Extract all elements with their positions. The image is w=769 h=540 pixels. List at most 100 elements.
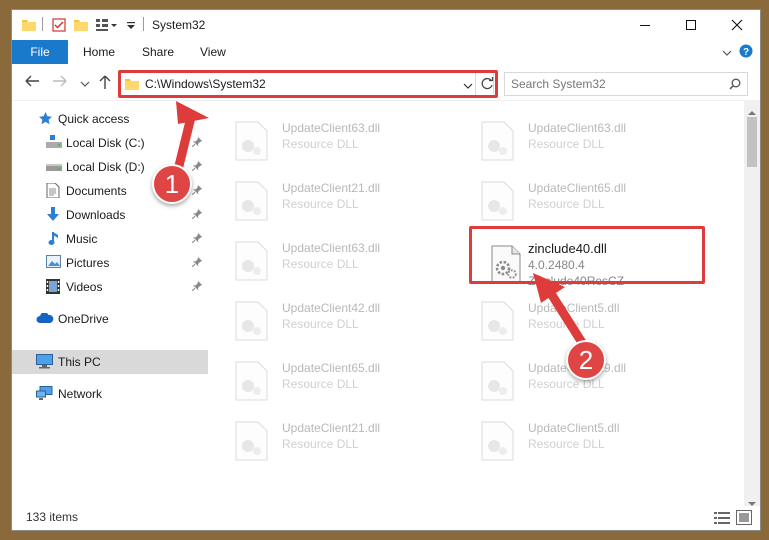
sidebar-item-network[interactable]: Network xyxy=(12,382,208,406)
list-item[interactable]: UpdateClient63.dll Resource DLL xyxy=(208,235,448,291)
close-button[interactable] xyxy=(714,10,760,40)
chevron-down-icon[interactable] xyxy=(126,20,136,34)
star-icon xyxy=(38,111,53,129)
sidebar-item-local-disk-c[interactable]: Local Disk (C:) xyxy=(12,131,208,155)
file-name: UpdateClient21.dll xyxy=(282,421,381,435)
sidebar-item-label: Videos xyxy=(66,280,103,294)
recent-locations-button[interactable] xyxy=(80,78,90,92)
svg-text:?: ? xyxy=(743,47,749,58)
file-name: UpdateClient21.dll xyxy=(282,181,381,195)
tab-view[interactable]: View xyxy=(200,45,226,59)
pin-icon[interactable] xyxy=(191,232,202,246)
list-item[interactable]: UpdateClient65.dll Resource DLL xyxy=(208,355,448,411)
sidebar-item-onedrive[interactable]: OneDrive xyxy=(12,307,208,331)
title-bar: System32 xyxy=(12,10,760,40)
large-icons-view-icon[interactable] xyxy=(736,510,752,528)
customize-icon[interactable] xyxy=(96,18,118,35)
file-description: Resource DLL xyxy=(282,257,359,271)
search-input[interactable] xyxy=(511,76,721,92)
file-name: UpdateClient5.dll xyxy=(528,421,620,435)
search-icon[interactable] xyxy=(729,78,741,93)
sidebar-item-label: OneDrive xyxy=(58,312,109,326)
minimize-button[interactable] xyxy=(622,10,668,40)
file-list: UpdateClient63.dll Resource DLL UpdateCl… xyxy=(208,101,744,506)
vertical-scrollbar[interactable] xyxy=(744,101,760,506)
ribbon: File Home Share View ? xyxy=(12,40,760,64)
file-description: Resource DLL xyxy=(528,377,605,391)
sidebar-item-videos[interactable]: Videos xyxy=(12,275,208,299)
tab-home[interactable]: Home xyxy=(83,45,115,59)
file-description: Resource DLL xyxy=(282,197,359,211)
back-button[interactable] xyxy=(24,74,40,91)
folder-icon[interactable] xyxy=(22,18,36,34)
sidebar-item-label: Network xyxy=(58,387,103,401)
list-item[interactable]: UpdateClient42.dll Resource DLL xyxy=(208,295,448,351)
sidebar-item-label: This PC xyxy=(58,355,101,369)
divider xyxy=(143,17,144,31)
network-icon xyxy=(36,386,53,404)
sidebar-item-quick-access[interactable]: Quick access xyxy=(12,107,208,131)
properties-icon[interactable] xyxy=(52,18,66,35)
file-description: Resource DLL xyxy=(282,437,359,451)
dll-file-icon xyxy=(480,181,514,224)
pin-icon[interactable] xyxy=(191,256,202,270)
forward-button[interactable] xyxy=(52,74,68,91)
sidebar-item-pictures[interactable]: Pictures xyxy=(12,251,208,275)
list-item[interactable]: UpdateClient63.dll Resource DLL xyxy=(208,115,448,171)
file-name: UpdateClient63.dll xyxy=(528,121,627,135)
divider xyxy=(42,17,43,31)
callout-badge-2: 2 xyxy=(566,340,606,380)
chevron-down-icon[interactable] xyxy=(722,47,732,61)
navigation-bar: C:\Windows\System32 xyxy=(12,64,760,101)
file-name: UpdateClient65.dll xyxy=(528,181,627,195)
download-arrow-icon xyxy=(46,207,60,225)
tab-file[interactable]: File xyxy=(12,40,68,64)
dll-file-icon xyxy=(234,241,268,284)
list-item[interactable]: UpdateClient21.dll Resource DLL xyxy=(208,175,448,231)
pin-icon[interactable] xyxy=(191,280,202,294)
up-button[interactable] xyxy=(98,74,112,93)
list-item[interactable]: UpdateClient21.dll Resource DLL xyxy=(208,415,448,471)
help-icon[interactable]: ? xyxy=(739,44,753,61)
dll-file-icon xyxy=(234,121,268,164)
file-description: Resource DLL xyxy=(528,197,605,211)
file-name: UpdateClient65.dll xyxy=(282,361,381,375)
pin-icon[interactable] xyxy=(191,208,202,222)
computer-icon xyxy=(36,354,53,372)
scroll-thumb[interactable] xyxy=(747,117,757,167)
highlight-box-file xyxy=(469,226,705,284)
pin-icon[interactable] xyxy=(191,184,202,198)
sidebar-item-this-pc[interactable]: This PC xyxy=(12,350,208,374)
callout-badge-1: 1 xyxy=(152,164,192,204)
new-folder-icon[interactable] xyxy=(74,18,88,34)
music-note-icon xyxy=(48,231,60,249)
file-name: UpdateClient63.dll xyxy=(282,121,381,135)
list-item[interactable]: UpdateClient65.dll Resource DLL xyxy=(454,175,694,231)
pin-icon[interactable] xyxy=(191,160,202,174)
sidebar-item-downloads[interactable]: Downloads xyxy=(12,203,208,227)
dll-file-icon xyxy=(480,421,514,464)
file-description: Resource DLL xyxy=(282,137,359,151)
window-title: System32 xyxy=(152,18,206,32)
file-description: Resource DLL xyxy=(282,377,359,391)
file-description: Resource DLL xyxy=(528,137,605,151)
sidebar-item-label: Local Disk (C:) xyxy=(66,136,145,150)
navigation-pane: Quick access Local Disk (C:) Local Disk … xyxy=(12,101,208,506)
sidebar-item-music[interactable]: Music xyxy=(12,227,208,251)
sidebar-item-label: Pictures xyxy=(66,256,110,270)
list-item[interactable]: UpdateClient5.dll Resource DLL xyxy=(454,415,694,471)
highlight-box-address xyxy=(118,70,498,98)
search-box[interactable] xyxy=(504,72,748,96)
list-item[interactable]: UpdateClient63.dll Resource DLL xyxy=(454,115,694,171)
sidebar-item-label: Downloads xyxy=(66,208,126,222)
maximize-button[interactable] xyxy=(668,10,714,40)
details-view-icon[interactable] xyxy=(714,511,730,528)
dll-file-icon xyxy=(234,421,268,464)
dll-file-icon xyxy=(480,121,514,164)
sidebar-item-label: Documents xyxy=(66,184,127,198)
dll-file-icon xyxy=(480,301,514,344)
tab-share[interactable]: Share xyxy=(142,45,174,59)
drive-c-icon xyxy=(46,135,62,152)
document-icon xyxy=(46,182,60,201)
pin-icon[interactable] xyxy=(191,136,202,150)
